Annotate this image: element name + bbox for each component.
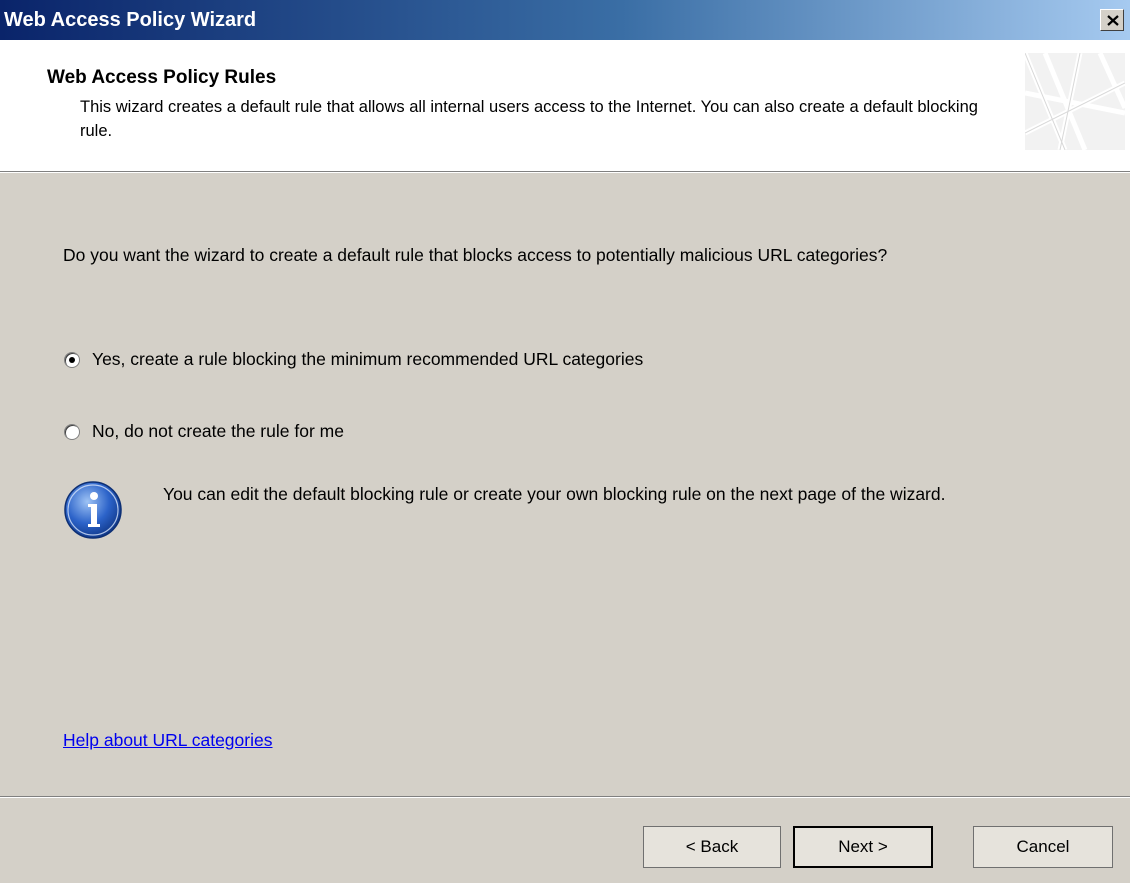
radio-option-yes[interactable]: Yes, create a rule blocking the minimum … [64,349,643,370]
radio-button-no[interactable] [64,423,80,440]
page-description: This wizard creates a default rule that … [80,98,978,140]
radio-button-yes[interactable] [64,351,80,368]
radio-option-no[interactable]: No, do not create the rule for me [64,421,344,442]
radio-label-no: No, do not create the rule for me [92,421,344,441]
cancel-button[interactable]: Cancel [973,826,1113,868]
question-text: Do you want the wizard to create a defau… [63,245,888,265]
back-button[interactable]: < Back [643,826,781,868]
window-title: Web Access Policy Wizard [4,9,257,31]
close-button[interactable] [1100,9,1124,31]
help-url-categories-link[interactable]: Help about URL categories [63,730,272,751]
radio-label-yes: Yes, create a rule blocking the minimum … [92,349,644,369]
next-button[interactable]: Next > [793,826,933,868]
footer-divider [0,796,1130,798]
title-bar: Web Access Policy Wizard [0,0,1130,40]
page-title: Web Access Policy Rules [47,67,277,88]
wizard-banner-graphic [1025,53,1125,150]
info-message: You can edit the default blocking rule o… [163,484,946,504]
info-icon [64,481,122,539]
wizard-header: Web Access Policy Rules This wizard crea… [0,40,1130,171]
header-divider [0,171,1130,173]
close-icon [1107,15,1119,26]
